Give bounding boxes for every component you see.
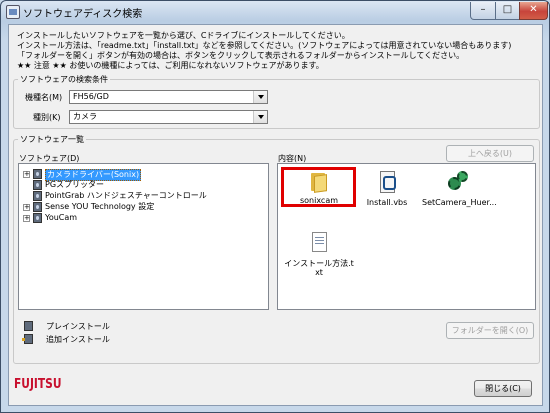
model-select-value: FH56/GD (73, 92, 109, 101)
close-window-button[interactable]: ✕ (519, 2, 548, 20)
cd-icon (33, 180, 42, 190)
type-label: 種別(K) (33, 113, 61, 122)
maximize-button[interactable]: □ (495, 2, 520, 20)
search-conditions-group: ソフトウェアの検索条件 機種名(M) FH56/GD 種別(K) カメラ (13, 74, 540, 129)
description-line: ★★ 注意 ★★ お使いの機種によっては、ご利用になれないソフトウェアがあります… (17, 61, 324, 70)
tree-item-label: PGスプリッター (45, 180, 105, 189)
content-view[interactable]: sonixcam Install.vbs SetCamera_Huer... イ… (277, 163, 536, 310)
tree-item-label: PointGrab ハンドジェスチャーコントロール (45, 191, 207, 200)
gear-icon (448, 171, 468, 193)
file-item[interactable]: インストール方法.txt (284, 232, 354, 277)
window-title: ソフトウェアディスク検索 (23, 9, 143, 20)
cd-icon (33, 202, 42, 212)
description-line: インストール方法は、「readme.txt」「install.txt」などを参照… (17, 41, 512, 50)
text-file-icon (312, 232, 327, 252)
legend-label: プレインストール (46, 322, 110, 331)
cd-icon (33, 213, 42, 223)
file-item[interactable]: Install.vbs (352, 171, 422, 207)
software-tree[interactable]: + カメラドライバー(Sonix) PGスプリッター PointGrab ハンド… (18, 163, 269, 310)
software-list-legend: ソフトウェア一覧 (18, 134, 86, 145)
type-select-value: カメラ (73, 112, 97, 121)
close-button[interactable]: 閉じる(C) (474, 380, 532, 397)
file-item[interactable]: SetCamera_Huer... (422, 171, 497, 207)
tree-item-label: Sense YOU Technology 設定 (45, 202, 155, 211)
app-window: ソフトウェアディスク検索 – □ ✕ インストールしたいソフトウェアを一覧から選… (0, 0, 550, 413)
cd-add-icon (22, 334, 33, 344)
type-select[interactable]: カメラ (69, 110, 268, 124)
highlight-box (281, 167, 356, 207)
minimize-button[interactable]: – (470, 2, 496, 20)
chevron-down-icon[interactable] (253, 111, 267, 123)
cd-icon (24, 321, 33, 331)
description-text: インストールしたいソフトウェアを一覧から選び、Cドライブにインストールしてくださ… (17, 31, 539, 71)
legend-label: 追加インストール (46, 335, 110, 344)
expand-icon[interactable]: + (23, 204, 30, 211)
description-line: インストールしたいソフトウェアを一覧から選び、Cドライブにインストールしてくださ… (17, 31, 350, 40)
up-button[interactable]: 上へ戻る(U) (446, 145, 534, 162)
cd-icon (33, 191, 42, 201)
tree-item-label: YouCam (45, 213, 78, 222)
description-line: 「フォルダーを開く」ボタンが有効の場合は、ボタンをクリックして表示されるフォルダ… (17, 51, 465, 60)
dialog-body: インストールしたいソフトウェアを一覧から選び、Cドライブにインストールしてくださ… (8, 24, 543, 406)
app-icon (6, 5, 20, 19)
expand-icon[interactable]: + (23, 171, 30, 178)
search-conditions-legend: ソフトウェアの検索条件 (18, 74, 110, 85)
file-name: Install.vbs (366, 198, 408, 207)
software-list-group: ソフトウェア一覧 ソフトウェア(D) + カメラドライバー(Sonix) PGス… (13, 134, 540, 364)
expand-icon[interactable]: + (23, 215, 30, 222)
cd-icon (33, 169, 42, 179)
fujitsu-logo: FUJITSU (14, 377, 62, 392)
model-label: 機種名(M) (25, 93, 63, 102)
file-name: SetCamera_Huer... (422, 198, 497, 207)
title-bar[interactable]: ソフトウェアディスク検索 – □ ✕ (1, 1, 549, 23)
script-icon (380, 171, 396, 193)
model-select[interactable]: FH56/GD (69, 90, 268, 104)
file-name: インストール方法.txt (284, 259, 354, 277)
open-folder-button[interactable]: フォルダーを開く(O) (446, 322, 534, 339)
chevron-down-icon[interactable] (253, 91, 267, 103)
